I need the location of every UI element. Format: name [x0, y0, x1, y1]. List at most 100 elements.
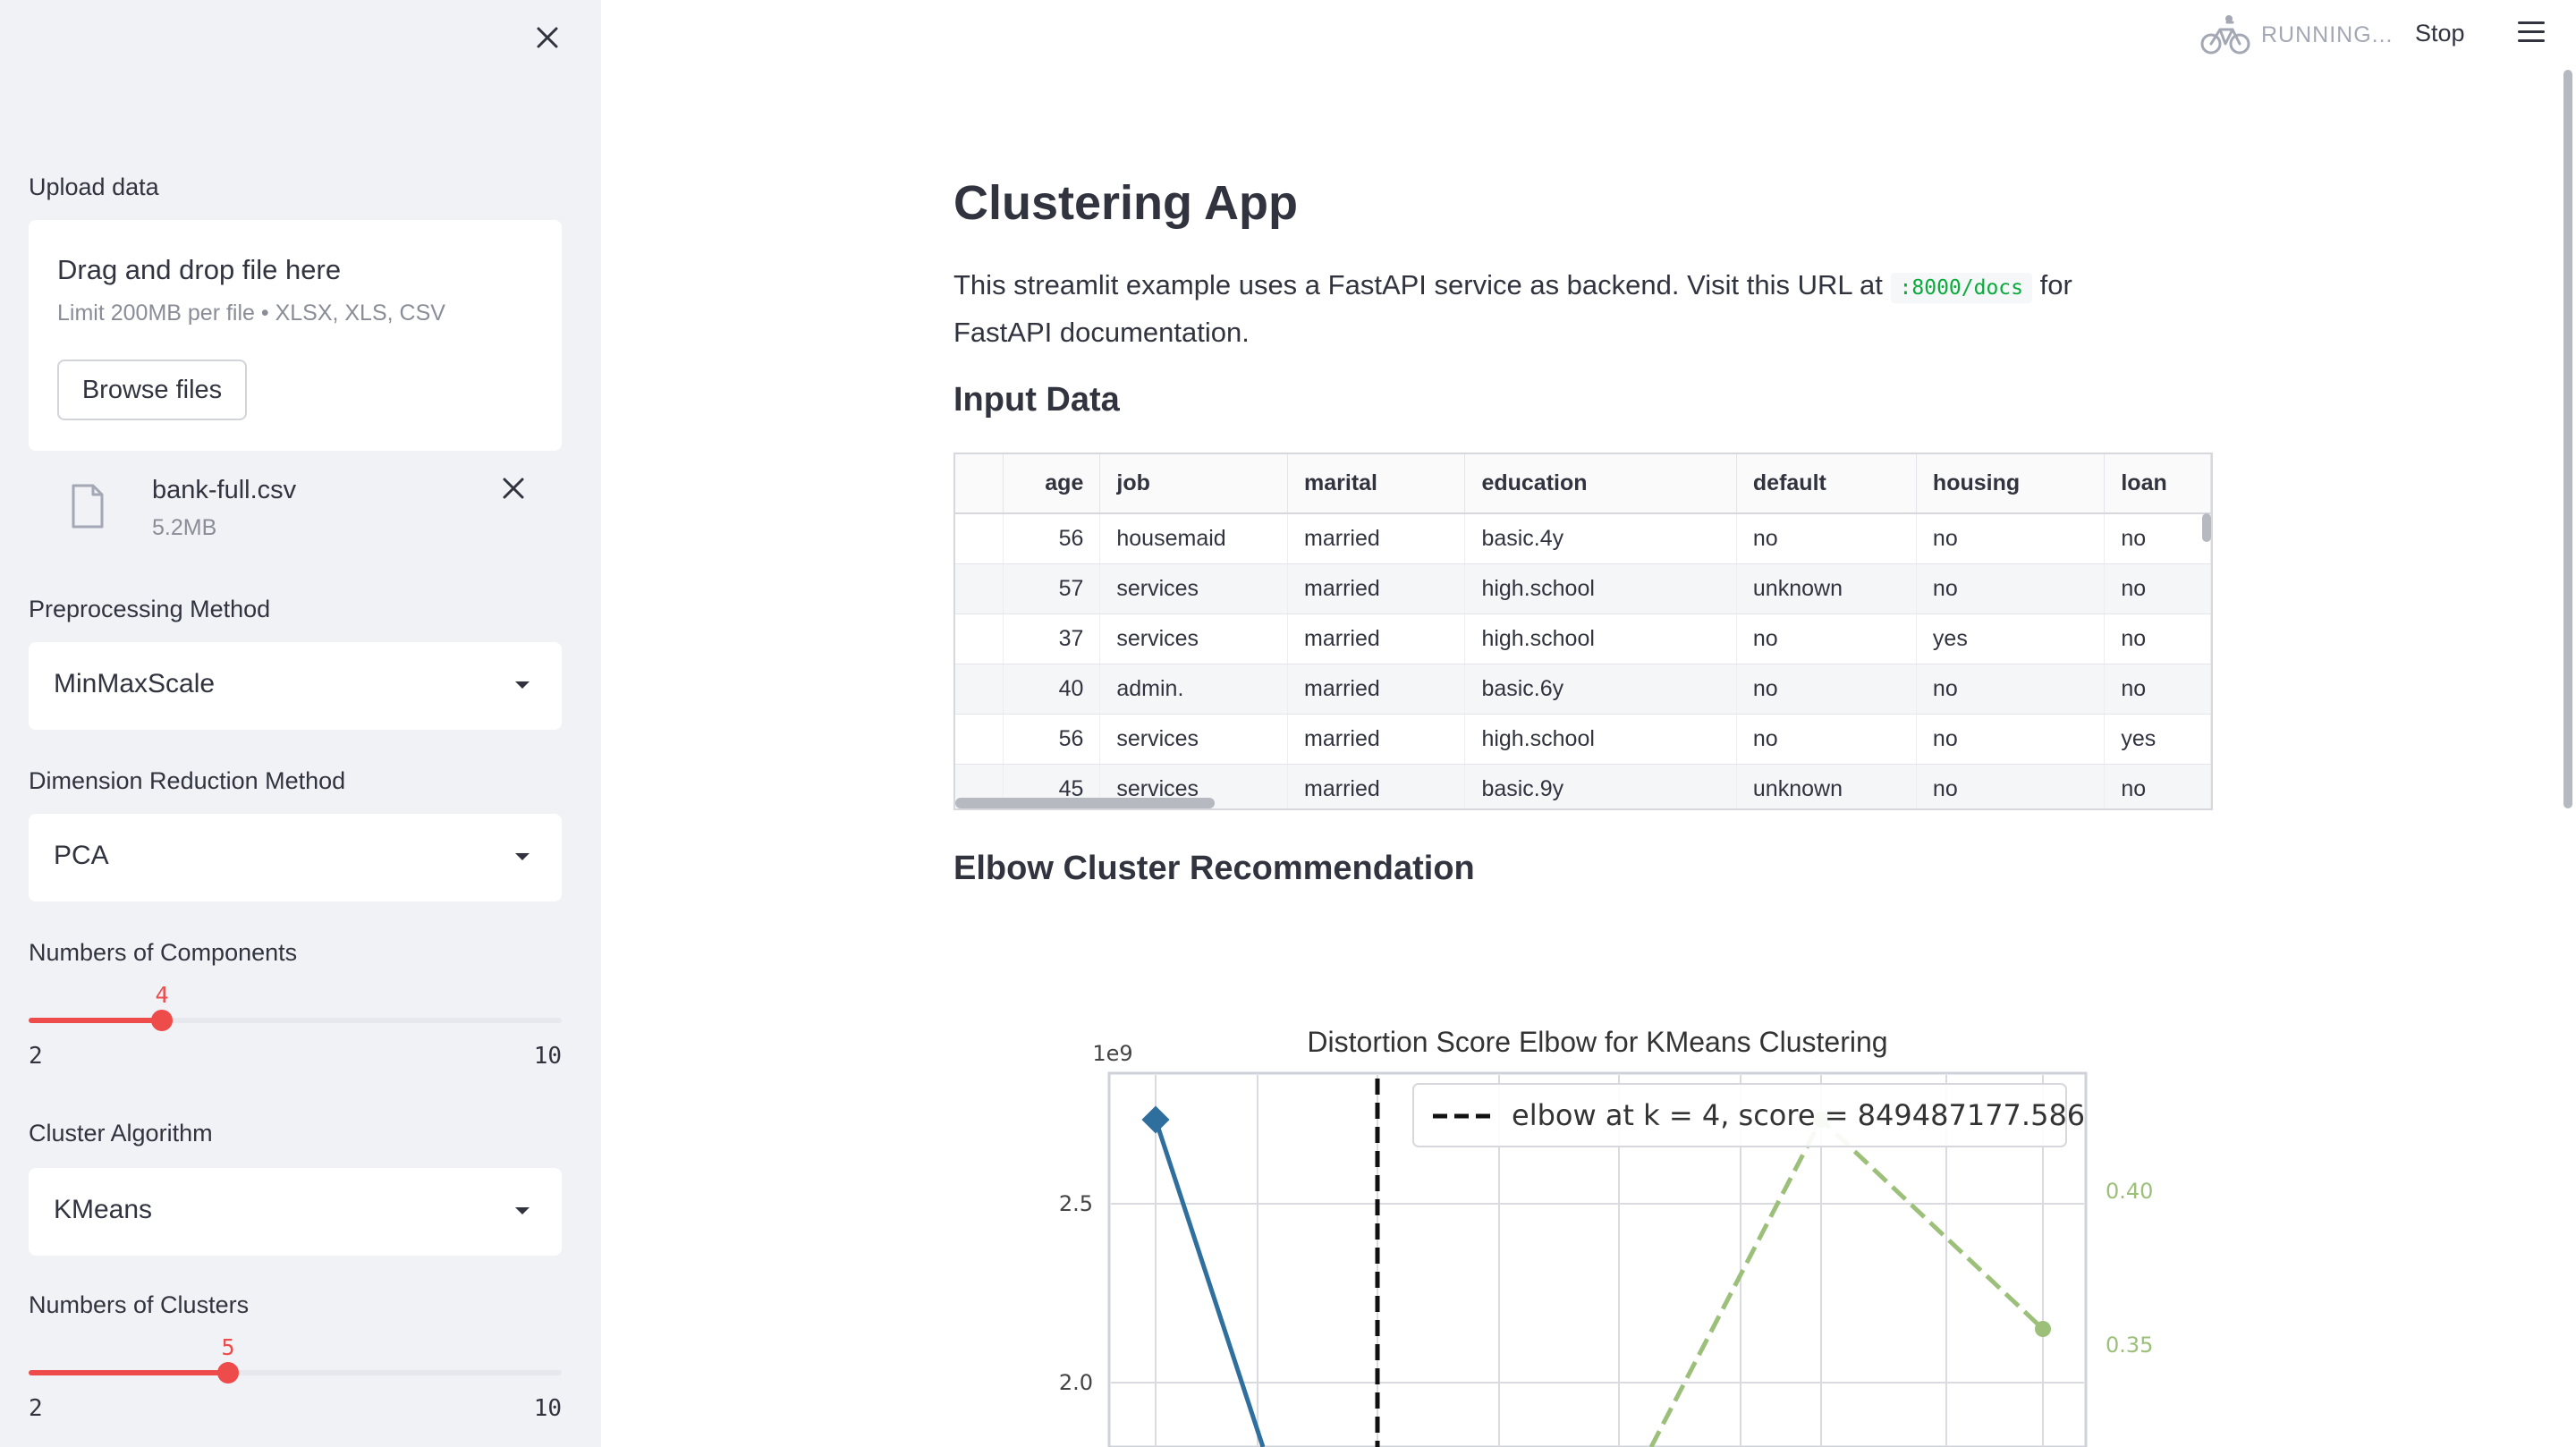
stop-button[interactable]: Stop: [2415, 20, 2465, 47]
table-cell[interactable]: 57: [1003, 563, 1101, 614]
table-cell[interactable]: high.school: [1464, 714, 1737, 765]
table-cell[interactable]: married: [1287, 664, 1466, 715]
column-header[interactable]: job: [1099, 454, 1289, 514]
column-header[interactable]: default: [1736, 454, 1917, 514]
column-header[interactable]: loan: [2104, 454, 2211, 514]
preprocessing-select[interactable]: MinMaxScale: [29, 642, 562, 730]
table-cell[interactable]: high.school: [1464, 563, 1737, 614]
table-cell[interactable]: unknown: [1736, 563, 1917, 614]
table-cell[interactable]: no: [2104, 563, 2211, 614]
y-tick-label: 2.0: [1059, 1370, 1093, 1395]
table-cell[interactable]: basic.4y: [1464, 513, 1737, 564]
table-cell[interactable]: [955, 563, 1004, 614]
table-cell[interactable]: admin.: [1099, 664, 1289, 715]
table-horizontal-scrollbar[interactable]: [955, 798, 1215, 808]
table-cell[interactable]: no: [1736, 513, 1917, 564]
table-cell[interactable]: no: [2104, 664, 2211, 715]
table-cell[interactable]: no: [2104, 764, 2211, 808]
table-cell[interactable]: no: [1736, 664, 1917, 715]
column-header[interactable]: marital: [1287, 454, 1466, 514]
table-cell[interactable]: no: [2104, 513, 2211, 564]
clusters-slider[interactable]: 5 2 10: [29, 1334, 562, 1424]
table-row[interactable]: 37 services married high.school no yes no: [955, 613, 2211, 664]
remove-file-button[interactable]: [496, 470, 531, 506]
y-tick-label: 2.5: [1059, 1191, 1093, 1216]
slider-value: 5: [221, 1334, 235, 1360]
table-cell[interactable]: [955, 714, 1004, 765]
dim-reduction-label: Dimension Reduction Method: [29, 767, 346, 794]
table-cell[interactable]: no: [1916, 714, 2106, 765]
table-cell[interactable]: housemaid: [1099, 513, 1289, 564]
browse-files-button[interactable]: Browse files: [57, 360, 247, 420]
file-name: bank-full.csv: [152, 476, 297, 504]
table-cell[interactable]: no: [1916, 513, 2106, 564]
table-cell[interactable]: married: [1287, 764, 1466, 808]
chevron-down-icon: [515, 853, 530, 860]
table-cell[interactable]: yes: [1916, 613, 2106, 664]
table-cell[interactable]: [955, 513, 1004, 564]
main-menu-button[interactable]: [2515, 21, 2547, 48]
sidebar-close-button[interactable]: [530, 20, 565, 55]
file-uploader-dropzone[interactable]: Drag and drop file here Limit 200MB per …: [29, 220, 562, 451]
upload-label: Upload data: [29, 173, 159, 200]
table-cell[interactable]: services: [1099, 613, 1289, 664]
slider-thumb[interactable]: [217, 1362, 239, 1384]
table-row[interactable]: 40 admin. married basic.6y no no no: [955, 664, 2211, 715]
slider-fill: [29, 1018, 162, 1023]
cluster-algo-label: Cluster Algorithm: [29, 1120, 213, 1147]
table-cell[interactable]: yes: [2104, 714, 2211, 765]
clusters-label: Numbers of Clusters: [29, 1291, 250, 1318]
components-slider[interactable]: 4 2 10: [29, 982, 562, 1071]
fit-time-point: [2035, 1321, 2051, 1337]
table-cell[interactable]: married: [1287, 563, 1466, 614]
table-cell[interactable]: married: [1287, 714, 1466, 765]
table-cell[interactable]: [955, 664, 1004, 715]
column-header[interactable]: housing: [1916, 454, 2106, 514]
hamburger-icon: [2515, 21, 2547, 42]
slider-fill: [29, 1370, 228, 1375]
table-cell[interactable]: unknown: [1736, 764, 1917, 808]
slider-max: 10: [533, 1395, 562, 1422]
table-cell[interactable]: no: [2104, 613, 2211, 664]
bicycle-icon: [2200, 15, 2250, 55]
table-cell[interactable]: [955, 613, 1004, 664]
data-table: age job marital education default housin…: [955, 454, 2211, 808]
preprocessing-label: Preprocessing Method: [29, 596, 271, 622]
dim-reduction-select[interactable]: PCA: [29, 814, 562, 901]
table-cell[interactable]: basic.6y: [1464, 664, 1737, 715]
table-cell[interactable]: married: [1287, 513, 1466, 564]
table-row[interactable]: 57 services married high.school unknown no no: [955, 563, 2211, 614]
table-cell[interactable]: high.school: [1464, 613, 1737, 664]
page-title: Clustering App: [953, 176, 1298, 230]
chevron-down-icon: [515, 1207, 530, 1214]
running-text: RUNNING...: [2261, 21, 2394, 47]
intro-text: This streamlit example uses a FastAPI se…: [953, 263, 2134, 355]
table-cell[interactable]: 40: [1003, 664, 1101, 715]
table-cell[interactable]: no: [1916, 764, 2106, 808]
cluster-algo-select[interactable]: KMeans: [29, 1168, 562, 1256]
table-cell[interactable]: no: [1916, 664, 2106, 715]
table-cell[interactable]: 56: [1003, 513, 1101, 564]
table-vertical-scrollbar[interactable]: [2202, 513, 2211, 542]
table-cell[interactable]: basic.9y: [1464, 764, 1737, 808]
table-cell[interactable]: 56: [1003, 714, 1101, 765]
elbow-chart: Distortion Score Elbow for KMeans Cluste…: [1059, 1026, 2153, 1447]
slider-thumb[interactable]: [151, 1010, 173, 1031]
table-cell[interactable]: no: [1916, 563, 2106, 614]
table-cell[interactable]: services: [1099, 714, 1289, 765]
table-header-row: age job marital education default housin…: [955, 454, 2211, 514]
table-cell[interactable]: 37: [1003, 613, 1101, 664]
table-cell[interactable]: married: [1287, 613, 1466, 664]
column-header[interactable]: age: [1003, 454, 1101, 514]
column-header[interactable]: education: [1464, 454, 1737, 514]
input-data-table[interactable]: age job marital education default housin…: [953, 453, 2213, 810]
table-row[interactable]: 56 services married high.school no no yes: [955, 714, 2211, 765]
components-label: Numbers of Components: [29, 939, 298, 966]
table-cell[interactable]: no: [1736, 613, 1917, 664]
column-header[interactable]: [955, 454, 1004, 514]
table-cell[interactable]: no: [1736, 714, 1917, 765]
table-row[interactable]: 56 housemaid married basic.4y no no no: [955, 513, 2211, 564]
page-scrollbar[interactable]: [2563, 70, 2572, 808]
table-body: 56 housemaid married basic.4y no no no 57 servic…: [955, 513, 2211, 808]
table-cell[interactable]: services: [1099, 563, 1289, 614]
